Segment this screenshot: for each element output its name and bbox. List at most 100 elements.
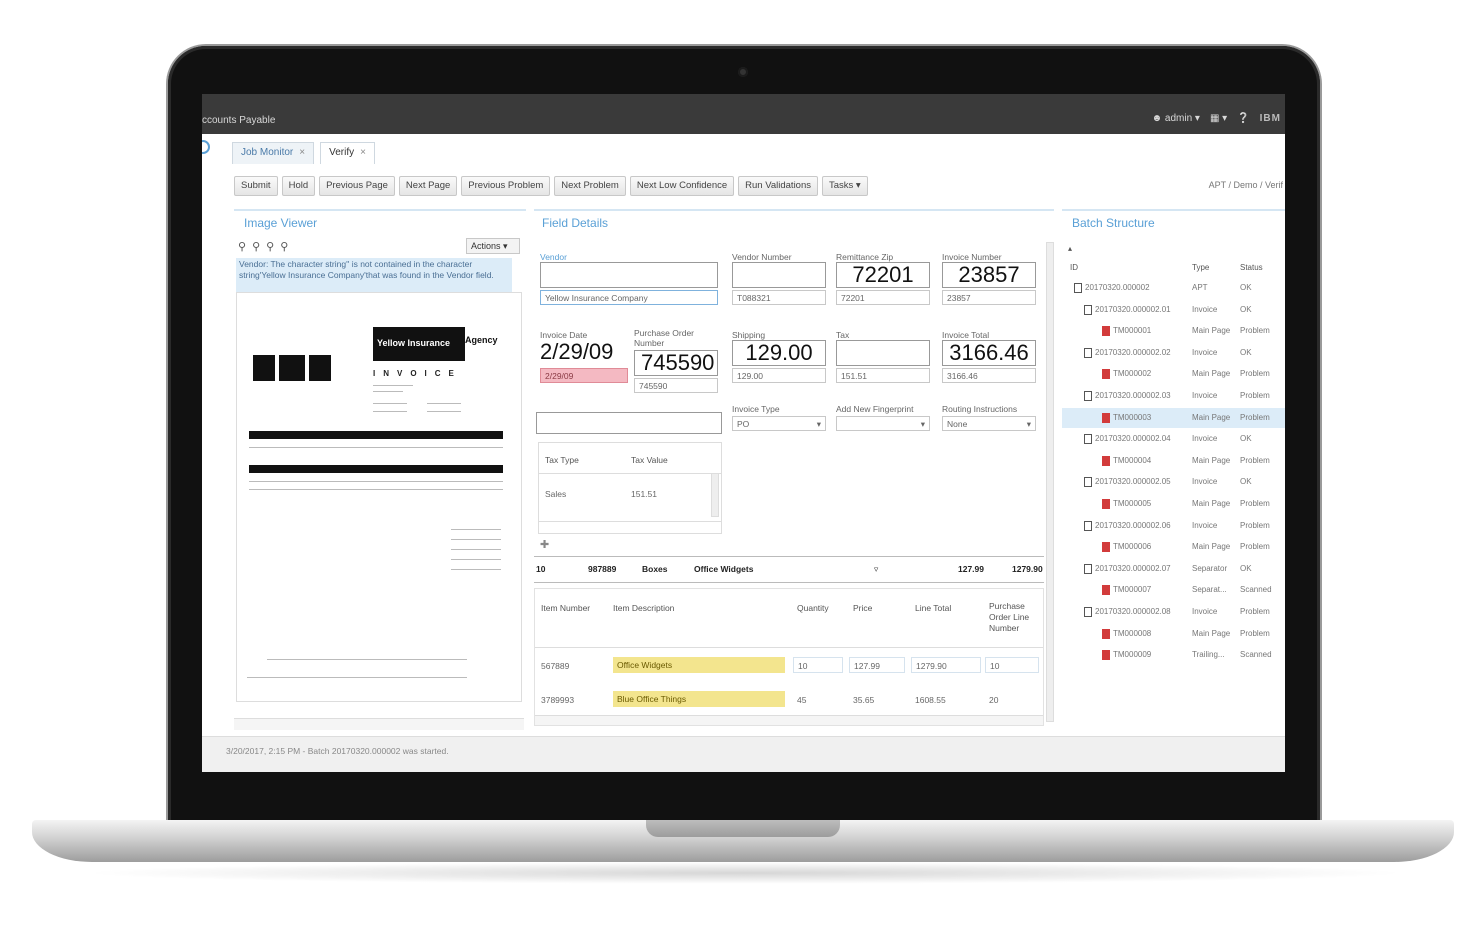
tree-row[interactable]: TM000005 Main Page Problem: [1062, 494, 1285, 514]
next-page-button[interactable]: Next Page: [398, 176, 458, 196]
grid-menu-icon[interactable]: ▦ ▾: [1210, 113, 1227, 124]
add-row-icon[interactable]: ✚: [540, 538, 549, 551]
tree-row-type: Separator: [1192, 563, 1228, 573]
tree-row[interactable]: 20170320.000002.08 Invoice Problem: [1062, 602, 1285, 622]
batch-structure-title: Batch Structure: [1072, 216, 1155, 230]
tree-row[interactable]: 20170320.000002.05 Invoice OK: [1062, 472, 1285, 492]
tree-row-id-text: TM000007: [1113, 585, 1152, 595]
tree-collapse-icon[interactable]: ▴: [1068, 244, 1072, 253]
pdf-icon: [1102, 542, 1110, 553]
tree-row-type: Main Page: [1192, 412, 1231, 422]
table-row[interactable]: Office Widgets: [613, 657, 785, 673]
remittance-zip-snippet: 72201: [836, 262, 930, 288]
table-row[interactable]: 10: [793, 657, 843, 673]
help-icon[interactable]: ❔: [1237, 113, 1249, 124]
table-row[interactable]: 1279.90: [911, 657, 981, 673]
table-row[interactable]: Blue Office Things: [613, 691, 785, 707]
line-items-scrollbar[interactable]: [535, 715, 1043, 725]
run-validations-button[interactable]: Run Validations: [738, 176, 818, 196]
close-icon[interactable]: ×: [299, 147, 305, 158]
table-row[interactable]: 1608.55: [915, 695, 946, 705]
po-number-field[interactable]: 745590: [634, 378, 718, 393]
hold-button[interactable]: Hold: [281, 176, 316, 196]
zoom-reset-icon[interactable]: ⚲: [280, 240, 288, 253]
user-menu[interactable]: ☻ admin ▾: [1152, 113, 1200, 124]
tree-row[interactable]: TM000006 Main Page Problem: [1062, 537, 1285, 557]
submit-button[interactable]: Submit: [234, 176, 278, 196]
tree-row[interactable]: 20170320.000002.07 Separator OK: [1062, 559, 1285, 579]
preview-price: 127.99: [958, 564, 984, 574]
vendor-number-field[interactable]: T088321: [732, 290, 826, 305]
tree-row-type: Trailing...: [1192, 650, 1225, 660]
tree-row[interactable]: 20170320.000002.06 Invoice Problem: [1062, 516, 1285, 536]
zoom-out-icon[interactable]: ⚲: [252, 240, 260, 253]
tree-row[interactable]: 20170320.000002.01 Invoice OK: [1062, 300, 1285, 320]
previous-page-button[interactable]: Previous Page: [319, 176, 395, 196]
table-row[interactable]: 45: [797, 695, 806, 705]
tree-row-status: Problem: [1240, 326, 1270, 336]
blank-field[interactable]: [536, 412, 722, 434]
routing-select[interactable]: None ▾: [942, 416, 1036, 431]
table-row[interactable]: 10: [985, 657, 1039, 673]
tree-row[interactable]: TM000007 Separat... Scanned: [1062, 580, 1285, 600]
vendor-logo: [253, 355, 331, 381]
tree-row-id: 20170320.000002.06: [1084, 520, 1171, 531]
tax-table-scrollbar[interactable]: [711, 473, 719, 517]
tree-row[interactable]: 20170320.000002.02 Invoice OK: [1062, 343, 1285, 363]
close-icon[interactable]: ×: [360, 147, 366, 158]
tax-field[interactable]: 151.51: [836, 368, 930, 383]
tree-row[interactable]: 20170320.000002 APT OK: [1062, 278, 1285, 298]
table-row[interactable]: 567889: [541, 661, 569, 671]
fingerprint-select[interactable]: ▾: [836, 416, 930, 431]
tree-row-status: Scanned: [1240, 585, 1272, 595]
table-row[interactable]: 20: [989, 695, 998, 705]
actions-dropdown[interactable]: Actions ▾: [466, 238, 520, 254]
remittance-zip-field[interactable]: 72201: [836, 290, 930, 305]
document-icon: [1084, 607, 1092, 617]
table-row[interactable]: 127.99: [849, 657, 905, 673]
tree-row[interactable]: TM000009 Trailing... Scanned: [1062, 645, 1285, 665]
tree-row-id-text: 20170320.000002.05: [1095, 477, 1171, 487]
status-message: 3/20/2017, 2:15 PM - Batch 20170320.0000…: [226, 746, 449, 756]
field-details-panel: Vendor Yellow Insurance Company Vendor N…: [534, 232, 1054, 732]
table-row[interactable]: Sales: [545, 489, 566, 499]
next-problem-button[interactable]: Next Problem: [554, 176, 626, 196]
app-title: ccounts Payable: [202, 115, 276, 126]
tree-row[interactable]: TM000002 Main Page Problem: [1062, 364, 1285, 384]
invoice-type-select[interactable]: PO ▾: [732, 416, 826, 431]
shipping-field[interactable]: 129.00: [732, 368, 826, 383]
table-row[interactable]: 151.51: [631, 489, 657, 499]
preview-qty: 10: [536, 564, 546, 574]
tree-row[interactable]: TM000004 Main Page Problem: [1062, 451, 1285, 471]
document-icon: [1084, 347, 1092, 358]
invoice-date-field[interactable]: 2/29/09: [540, 368, 628, 383]
tree-row-id-text: TM000009: [1113, 650, 1152, 660]
pdf-icon: [1102, 585, 1110, 596]
zoom-in-icon[interactable]: ⚲: [238, 240, 246, 253]
tab-verify[interactable]: Verify ×: [320, 142, 375, 164]
tree-row[interactable]: TM000008 Main Page Problem: [1062, 624, 1285, 644]
tree-row-status: OK: [1240, 304, 1252, 314]
invoice-number-field[interactable]: 23857: [942, 290, 1036, 305]
invoice-total-field[interactable]: 3166.46: [942, 368, 1036, 383]
next-low-confidence-button[interactable]: Next Low Confidence: [629, 176, 735, 196]
vendor-field[interactable]: Yellow Insurance Company: [540, 290, 718, 305]
tree-row-id-text: 20170320.000002.01: [1095, 304, 1171, 314]
tab-job-monitor[interactable]: Job Monitor ×: [232, 142, 315, 164]
previous-problem-button[interactable]: Previous Problem: [461, 176, 551, 196]
preview-mark: ▿: [874, 564, 879, 574]
side-nav-icon[interactable]: [202, 140, 210, 154]
tasks-menu-button[interactable]: Tasks ▾: [822, 176, 868, 196]
tree-row[interactable]: 20170320.000002.04 Invoice OK: [1062, 429, 1285, 449]
field-details-scrollbar[interactable]: [1046, 242, 1054, 722]
tree-row[interactable]: TM000003 Main Page Problem: [1062, 407, 1285, 428]
image-scrollbar[interactable]: [234, 718, 524, 730]
tree-row-id-text: 20170320.000002.07: [1095, 563, 1171, 573]
table-row[interactable]: 35.65: [853, 695, 874, 705]
table-row[interactable]: 3789993: [541, 695, 574, 705]
image-viewer-title: Image Viewer: [244, 216, 318, 230]
zoom-fit-icon[interactable]: ⚲: [266, 240, 274, 253]
tree-row[interactable]: 20170320.000002.03 Invoice Problem: [1062, 386, 1285, 406]
tree-row[interactable]: TM000001 Main Page Problem: [1062, 321, 1285, 341]
chevron-down-icon: ▾: [816, 419, 821, 429]
